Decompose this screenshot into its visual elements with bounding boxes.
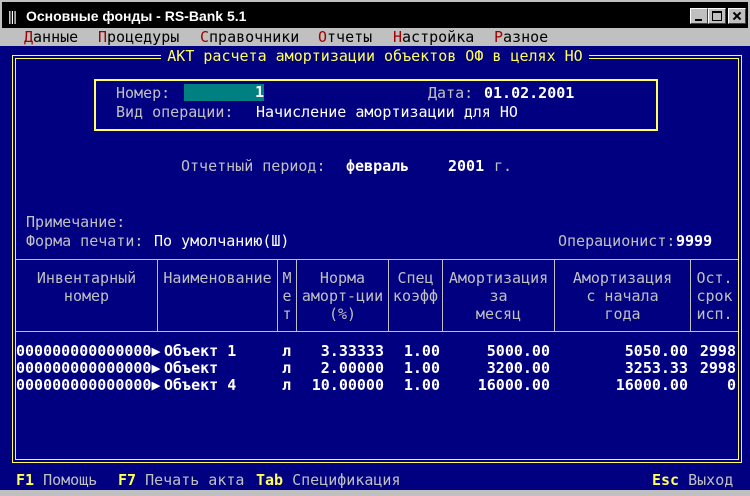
title-bar[interactable]: ||| Основные фонды - RS-Bank 5.1: [0, 0, 750, 28]
menu-procedures[interactable]: Процедуры: [98, 28, 179, 46]
row-coefficient: 1.00: [403, 342, 440, 360]
row-method: л: [282, 359, 292, 377]
specification-key-hint[interactable]: Tab Спецификация: [256, 470, 401, 490]
period-month-field[interactable]: февраль: [346, 157, 409, 175]
number-field[interactable]: 1: [184, 84, 264, 101]
menu-misc[interactable]: Разное: [494, 28, 548, 46]
header-remaining-life: Ост. срок исп.: [696, 269, 733, 323]
row-remaining-life: 2998: [699, 359, 736, 377]
window-title: Основные фонды - RS-Bank 5.1: [26, 8, 247, 24]
row-inventory-number: 000000000000000▶: [16, 359, 161, 377]
row-name: Объект 1: [164, 342, 237, 360]
period-year-field[interactable]: 2001: [448, 157, 484, 175]
table-top-line: [16, 259, 738, 260]
row-rate: 2.00000: [320, 359, 384, 377]
header-inventory-number: Инвентарный номер: [36, 269, 137, 305]
number-value: 1: [254, 83, 264, 101]
row-remaining-life: 0: [726, 376, 736, 394]
row-month-amortization: 5000.00: [486, 342, 550, 360]
date-field[interactable]: 01.02.2001: [484, 84, 574, 102]
minimize-button[interactable]: [690, 8, 708, 24]
number-label: Номер:: [116, 84, 171, 102]
period-suffix: г.: [494, 157, 513, 175]
row-month-amortization: 3200.00: [486, 359, 550, 377]
app-bars-icon[interactable]: |||: [8, 8, 22, 24]
print-form-label: Форма печати:: [26, 232, 144, 250]
menu-settings[interactable]: Настройка: [393, 28, 474, 46]
status-bar: F1 Помощь F7 Печать акта Tab Спецификаци…: [0, 470, 750, 490]
row-year-amortization: 16000.00: [615, 376, 688, 394]
period-label: Отчетный период:: [181, 157, 326, 175]
date-label: Дата:: [428, 84, 474, 102]
menu-data[interactable]: Данные: [24, 28, 78, 46]
menu-reports[interactable]: Отчеты: [318, 28, 372, 46]
operator-value: 9999: [676, 232, 713, 250]
row-method: л: [282, 342, 292, 360]
header-method: М е т: [282, 269, 292, 323]
maximize-button[interactable]: [708, 8, 726, 24]
row-year-amortization: 3253.33: [624, 359, 688, 377]
row-month-amortization: 16000.00: [477, 376, 550, 394]
header-year-amortization: Амортизация с начала года: [572, 269, 673, 323]
row-rate: 3.33333: [320, 342, 384, 360]
row-coefficient: 1.00: [403, 376, 440, 394]
header-month-amortization: Амортизация за месяц: [448, 269, 549, 323]
row-method: л: [282, 376, 292, 394]
row-remaining-life: 2998: [699, 342, 736, 360]
note-label: Примечание:: [26, 213, 126, 231]
exit-key-hint[interactable]: Esc Выход: [652, 470, 733, 490]
print-act-key-hint[interactable]: F7 Печать акта: [118, 470, 244, 490]
row-rate: 10.00000: [311, 376, 384, 394]
app-window: ||| Основные фонды - RS-Bank 5.1 Данные …: [0, 0, 750, 496]
close-button[interactable]: [728, 8, 746, 24]
table-header-line: [16, 331, 738, 332]
dialog-title: АКТ расчета амортизации объектов ОФ в це…: [0, 46, 750, 65]
row-inventory-number: 000000000000000▶: [16, 342, 161, 360]
help-key-hint[interactable]: F1 Помощь: [16, 470, 97, 490]
row-name: Объект: [164, 359, 219, 377]
row-name: Объект 4: [164, 376, 237, 394]
menu-references[interactable]: Справочники: [200, 28, 299, 46]
header-rate: Норма аморт-ции (%): [301, 269, 384, 323]
operation-value: Начисление амортизации для НО: [256, 103, 518, 121]
operator-label: Операционист:: [558, 232, 676, 250]
operation-label: Вид операции:: [116, 103, 234, 121]
menu-bar: Данные Процедуры Справочники Отчеты Наст…: [0, 28, 750, 46]
row-year-amortization: 5050.00: [624, 342, 688, 360]
header-coefficient: Спец коэфф: [392, 269, 439, 305]
header-name: Наименование: [163, 269, 272, 287]
print-form-field[interactable]: По умолчанию(Ш): [154, 232, 289, 250]
window-bottom-edge: [0, 490, 750, 496]
row-inventory-number: 000000000000000▶: [16, 376, 161, 394]
row-coefficient: 1.00: [403, 359, 440, 377]
